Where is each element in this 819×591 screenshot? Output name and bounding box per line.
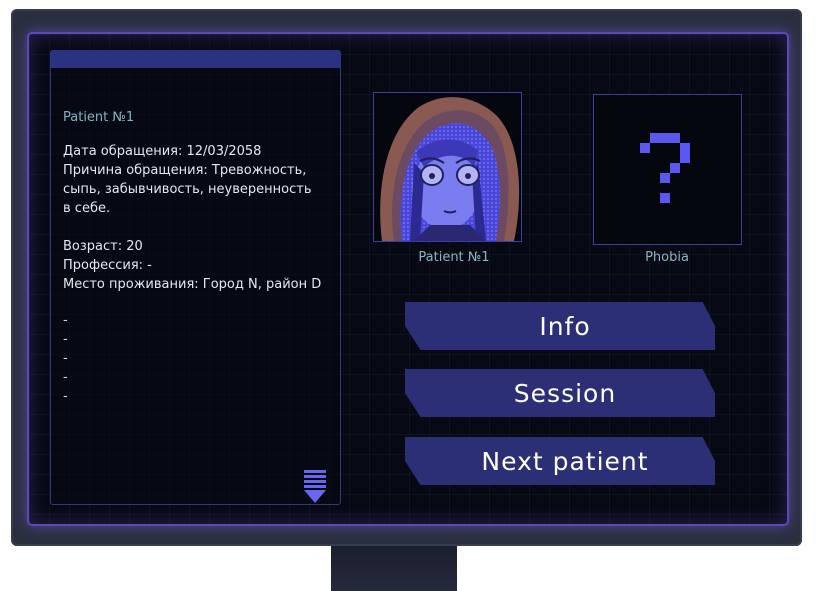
empty-note-line: - bbox=[63, 351, 68, 366]
empty-note-line: - bbox=[63, 389, 68, 404]
patient-portrait bbox=[373, 92, 522, 242]
monitor-screen: Patient №1 Дата обращения: 12/03/2058 Пр… bbox=[27, 32, 789, 526]
patient-portrait-image bbox=[380, 97, 520, 241]
question-mark-icon bbox=[640, 133, 690, 203]
info-button[interactable]: Info bbox=[405, 302, 715, 350]
info-line-profession: Профессия: - bbox=[63, 258, 152, 273]
info-line-date: Дата обращения: 12/03/2058 bbox=[63, 144, 262, 159]
monitor-stand bbox=[331, 540, 457, 591]
empty-note-line: - bbox=[63, 370, 68, 385]
phobia-caption: Phobia bbox=[645, 250, 689, 265]
info-line-reason: Причина обращения: Тревожность, bbox=[63, 163, 307, 178]
info-line-residence: Место проживания: Город N, район D bbox=[63, 277, 322, 292]
empty-note-line: - bbox=[63, 332, 68, 347]
info-line-reason-cont: сыпь, забывчивость, неуверенность bbox=[63, 182, 312, 197]
panel-header-bar bbox=[51, 50, 340, 68]
phobia-box[interactable] bbox=[593, 94, 742, 245]
session-button[interactable]: Session bbox=[405, 369, 715, 417]
patient-title: Patient №1 bbox=[63, 110, 135, 125]
next-patient-button[interactable]: Next patient bbox=[405, 437, 715, 485]
empty-note-line: - bbox=[63, 313, 68, 328]
info-line-age: Возраст: 20 bbox=[63, 239, 143, 254]
scroll-down-arrow-icon[interactable] bbox=[303, 470, 327, 504]
patient-info-panel: Patient №1 Дата обращения: 12/03/2058 Пр… bbox=[50, 50, 341, 505]
portrait-caption: Patient №1 bbox=[418, 250, 490, 265]
info-line-reason-end: в себе. bbox=[63, 201, 111, 216]
